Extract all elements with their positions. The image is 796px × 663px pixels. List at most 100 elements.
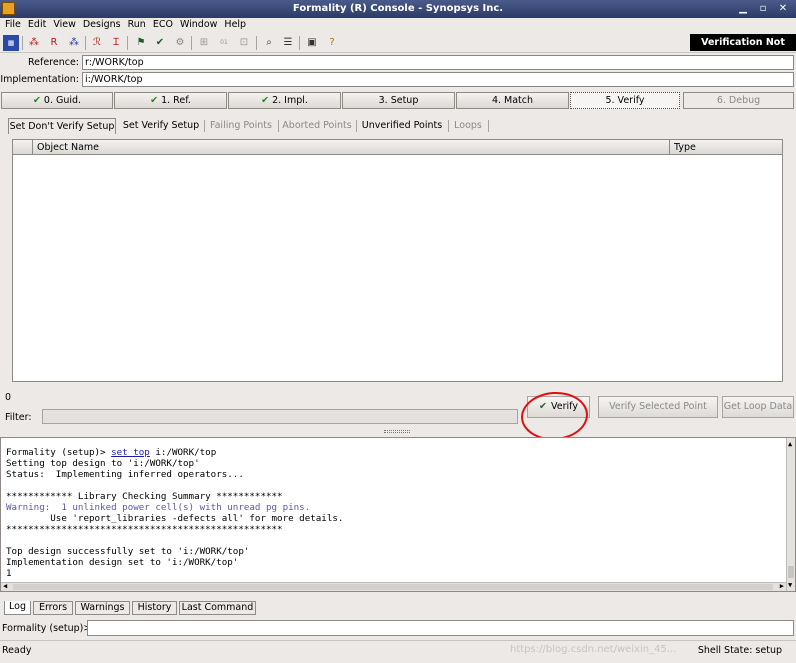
log-line: Formality (setup)> set_top i:/WORK/top — [6, 447, 216, 458]
menu-bar: File Edit View Designs Run ECO Window He… — [0, 18, 796, 33]
toolbar-separator — [191, 36, 192, 50]
tab-set-dont-verify-setup[interactable]: Set Don't Verify Setup — [8, 118, 116, 134]
tab-failing-points[interactable]: Failing Points — [208, 118, 274, 134]
ref-lib-icon[interactable]: ℛ — [89, 35, 105, 51]
step-reference[interactable]: ✔ 1. Ref. — [114, 92, 227, 109]
minimize-icon[interactable]: ▁ — [737, 3, 749, 15]
guidance-icon[interactable]: ▦ — [3, 35, 19, 51]
step-verify[interactable]: 5. Verify — [570, 92, 680, 109]
step-guidance[interactable]: ✔ 0. Guid. — [1, 92, 113, 109]
pattern-icon[interactable]: 01 — [216, 35, 232, 51]
find-icon[interactable]: ⌕ — [261, 35, 277, 51]
tab-separator — [448, 120, 449, 132]
status-bar: Ready https://blog.csdn.net/weixin_45...… — [0, 640, 796, 663]
toolbar: ▦ ⁂ R ⁂ ℛ Ɪ ⚑ ✔ ⚙ ⊞ 01 ⊡ ⌕ ☰ ▣ ? Verific… — [0, 33, 796, 65]
tab-aborted-points[interactable]: Aborted Points — [282, 118, 352, 134]
table-header-type[interactable]: Type — [670, 140, 782, 155]
scroll-thumb[interactable] — [13, 584, 773, 590]
log-line: 1 — [6, 568, 12, 579]
tab-separator — [356, 120, 357, 132]
toolbar-separator — [127, 36, 128, 50]
log-horizontal-scrollbar[interactable]: ◀ ▶ — [1, 582, 786, 591]
title-bar: Formality (R) Console - Synopsys Inc. ▁ … — [0, 0, 796, 18]
table-header-object-name[interactable]: Object Name — [33, 140, 670, 155]
tab-last-command[interactable]: Last Command — [179, 601, 256, 615]
report-icon[interactable]: ▣ — [304, 35, 320, 51]
window-title: Formality (R) Console - Synopsys Inc. — [292, 3, 504, 14]
log-command-link[interactable]: set_top — [111, 447, 150, 458]
menu-edit[interactable]: Edit — [26, 18, 51, 33]
step-label: 5. Verify — [605, 95, 645, 106]
implementation-label: Implementation: — [0, 74, 79, 85]
menu-eco[interactable]: ECO — [151, 18, 178, 33]
tab-warnings[interactable]: Warnings — [75, 601, 130, 615]
row-count: 0 — [5, 392, 12, 403]
log-panel[interactable]: Formality (setup)> set_top i:/WORK/top S… — [0, 437, 796, 592]
tab-log[interactable]: Log — [4, 601, 31, 615]
menu-run[interactable]: Run — [126, 18, 151, 33]
log-line: Implementation design set to 'i:/WORK/to… — [6, 557, 239, 568]
maximize-icon[interactable]: ▫ — [757, 3, 769, 15]
scroll-right-icon[interactable]: ▶ — [780, 582, 784, 590]
filter-input[interactable] — [42, 409, 518, 424]
tab-separator — [488, 120, 489, 132]
log-prompt: Formality (setup)> — [6, 447, 112, 458]
impl-design-icon[interactable]: ⁂ — [66, 35, 82, 51]
help-icon[interactable]: ? — [324, 35, 340, 51]
command-input[interactable] — [87, 620, 794, 636]
reference-field[interactable]: r:/WORK/top — [82, 55, 794, 70]
check-icon: ✔ — [32, 95, 41, 106]
filter-label: Filter: — [5, 412, 32, 423]
tab-errors[interactable]: Errors — [33, 601, 73, 615]
list-icon[interactable]: ☰ — [280, 35, 296, 51]
verify-tool-icon[interactable]: ✔ — [152, 35, 168, 51]
toolbar-separator — [256, 36, 257, 50]
log-line: Setting top design to 'i:/WORK/top' — [6, 458, 200, 469]
watermark: https://blog.csdn.net/weixin_45... — [510, 644, 677, 655]
scroll-left-icon[interactable]: ◀ — [3, 582, 7, 590]
tab-unverified-points[interactable]: Unverified Points — [360, 118, 444, 134]
menu-file[interactable]: File — [3, 18, 26, 33]
menu-view[interactable]: View — [51, 18, 81, 33]
menu-designs[interactable]: Designs — [81, 18, 126, 33]
read-ref-icon[interactable]: R — [46, 35, 62, 51]
object-table[interactable]: Object Name Type — [12, 139, 783, 382]
log-line: Status: Implementing inferred operators.… — [6, 469, 244, 480]
step-implementation[interactable]: ✔ 2. Impl. — [228, 92, 341, 109]
schematic-icon[interactable]: ⊞ — [196, 35, 212, 51]
step-match[interactable]: 4. Match — [456, 92, 569, 109]
implementation-field[interactable]: i:/WORK/top — [82, 72, 794, 87]
status-text: Ready — [2, 645, 32, 656]
splitter-handle[interactable] — [384, 430, 410, 433]
scroll-down-icon[interactable]: ▼ — [788, 581, 792, 589]
step-label: 0. Guid. — [43, 95, 82, 106]
ref-design-icon[interactable]: ⁂ — [26, 35, 42, 51]
tab-set-verify-setup[interactable]: Set Verify Setup — [121, 118, 201, 134]
step-label: 2. Impl. — [272, 95, 308, 106]
verify-selected-point-button[interactable]: Verify Selected Point — [598, 396, 718, 418]
trace-icon[interactable]: ⊡ — [236, 35, 252, 51]
tab-history[interactable]: History — [132, 601, 177, 615]
step-debug[interactable]: 6. Debug — [683, 92, 794, 109]
step-setup[interactable]: 3. Setup — [342, 92, 455, 109]
menu-window[interactable]: Window — [178, 18, 222, 33]
match-icon[interactable]: ⚑ — [133, 35, 149, 51]
scroll-thumb[interactable] — [788, 566, 794, 578]
get-loop-data-button[interactable]: Get Loop Data — [722, 396, 794, 418]
log-line: Top design successfully set to 'i:/WORK/… — [6, 546, 250, 557]
log-line: ************ Library Checking Summary **… — [6, 491, 283, 502]
debug-icon[interactable]: ⚙ — [172, 35, 188, 51]
toolbar-separator — [85, 36, 86, 50]
log-vertical-scrollbar[interactable]: ▲ ▼ — [786, 438, 795, 591]
impl-lib-icon[interactable]: Ɪ — [108, 35, 124, 51]
table-header-select[interactable] — [13, 140, 33, 155]
close-icon[interactable]: ✕ — [777, 3, 789, 15]
toolbar-separator — [299, 36, 300, 50]
scroll-up-icon[interactable]: ▲ — [788, 440, 792, 448]
check-icon: ✔ — [261, 95, 270, 106]
tab-separator — [204, 120, 205, 132]
log-command-arg: i:/WORK/top — [149, 447, 217, 458]
log-line: ****************************************… — [6, 524, 283, 535]
menu-help[interactable]: Help — [222, 18, 251, 33]
tab-loops[interactable]: Loops — [452, 118, 484, 134]
